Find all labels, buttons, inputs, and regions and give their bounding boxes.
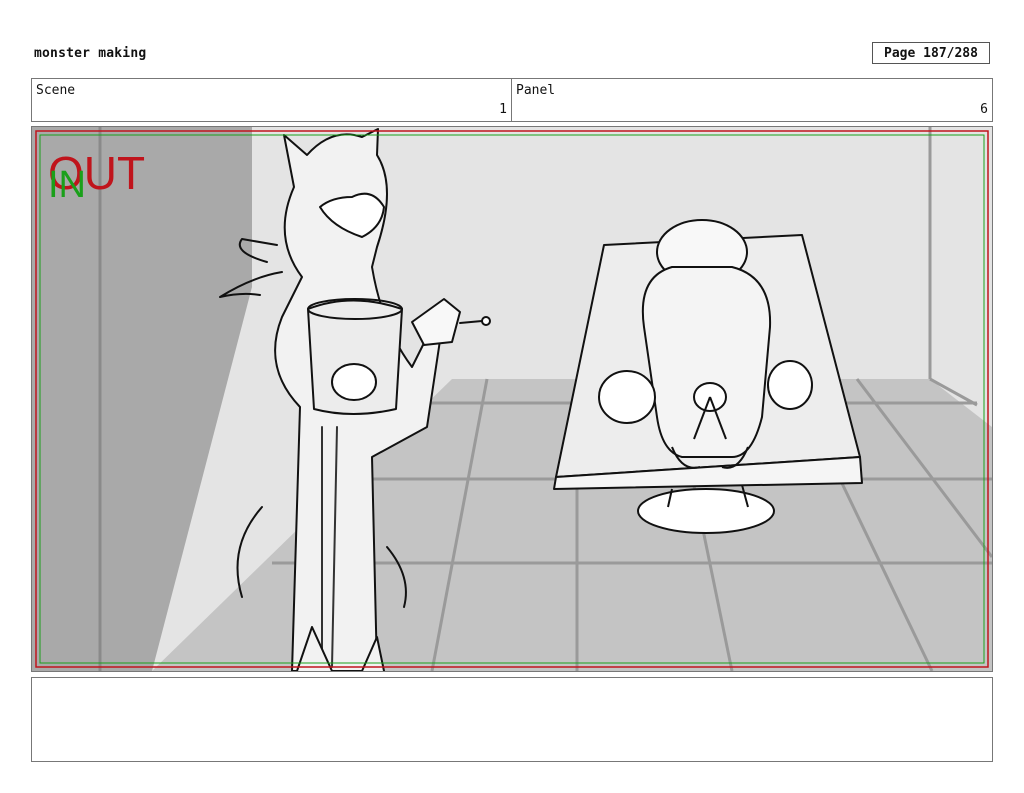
scene-label: Scene (36, 83, 76, 98)
scene-number: 1 (499, 102, 507, 117)
panel-label: Panel (516, 83, 556, 98)
scene-panel-bar: Scene 1 Panel 6 (31, 78, 993, 122)
storyboard-sketch: OUT IN (32, 127, 992, 671)
storyboard-frame: OUT IN (31, 126, 993, 672)
project-title: monster making (34, 46, 147, 61)
panel-number: 6 (980, 102, 988, 117)
panel-cell: Panel 6 (512, 79, 992, 121)
notes-box (31, 677, 993, 762)
page-number: Page 187/288 (872, 42, 990, 64)
scene-cell: Scene 1 (32, 79, 512, 121)
in-label: IN (48, 164, 86, 206)
